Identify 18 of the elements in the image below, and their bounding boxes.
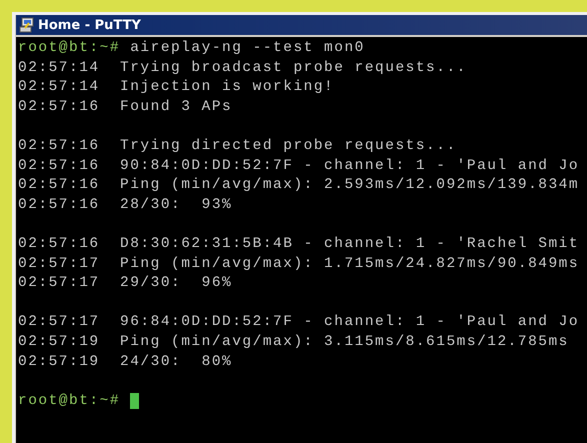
output-line: 02:57:16 D8:30:62:31:5B:4B - channel: 1 - 'Rachel Smit [18, 234, 580, 254]
output-line: 02:57:17 Ping (min/avg/max): 1.715ms/24.827ms/90.849ms [18, 254, 580, 274]
output-line: 02:57:16 Trying directed probe requests... [18, 136, 457, 156]
shell-prompt: root@bt:~# [18, 392, 120, 411]
window-title: Home - PuTTY [38, 18, 141, 32]
computer-icon [19, 17, 35, 33]
output-line: 02:57:19 Ping (min/avg/max): 3.115ms/8.615ms/12.785ms [18, 332, 569, 352]
command-text: aireplay-ng --test mon0 [129, 39, 365, 58]
shell-prompt: root@bt:~# [18, 39, 120, 58]
output-line: 02:57:16 Ping (min/avg/max): 2.593ms/12.092ms/139.834m [18, 176, 580, 196]
output-line: 02:57:16 90:84:0D:DD:52:7F - channel: 1 - 'Paul and Jo [18, 156, 580, 176]
output-line: 02:57:17 96:84:0D:DD:52:7F - channel: 1 - 'Paul and Jo [18, 313, 580, 332]
output-line: 02:57:17 29/30: 96% [18, 274, 232, 294]
output-line: 02:57:14 Trying broadcast probe requests... [18, 58, 467, 78]
output-line: 02:57:16 28/30: 93% [18, 196, 232, 215]
output-line: 02:57:14 Injection is working! [18, 78, 334, 98]
output-line: 02:57:16 Found 3 APs [18, 98, 232, 117]
output-line: 02:57:19 24/30: 80% [18, 352, 232, 372]
